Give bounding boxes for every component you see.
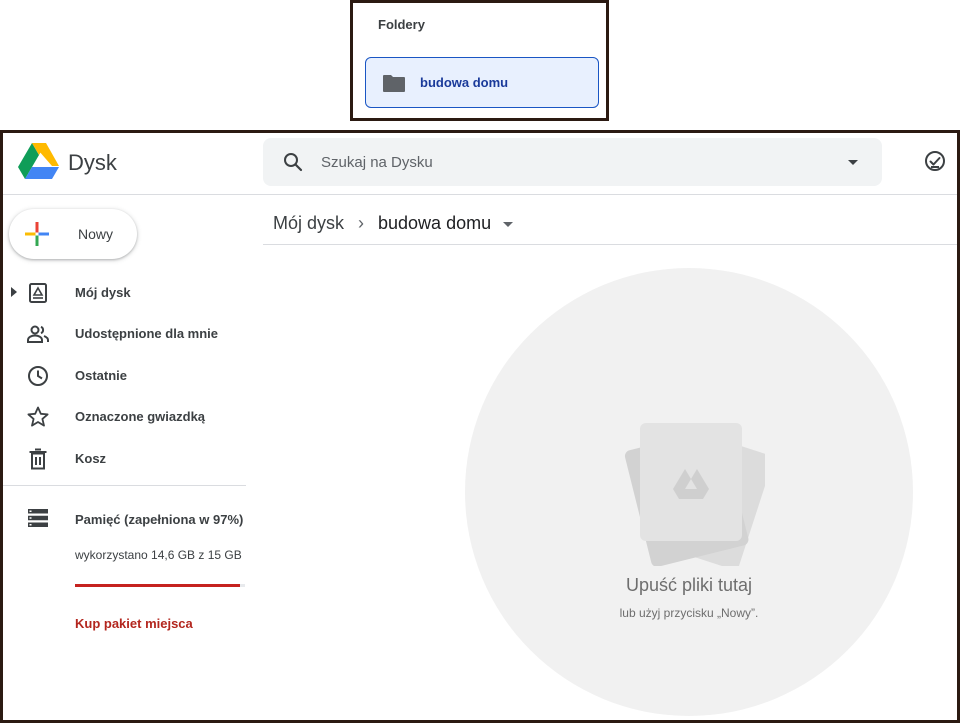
search-input[interactable]	[321, 150, 801, 174]
sidebar-item-label: Ostatnie	[75, 368, 128, 383]
storage-label[interactable]: Pamięć (zapełniona w 97%)	[75, 512, 243, 527]
plus-icon	[25, 222, 49, 246]
folder-item-budowa-domu[interactable]: budowa domu	[365, 57, 599, 108]
chevron-right-icon: ›	[358, 212, 365, 233]
drop-files-illustration-icon	[624, 423, 765, 566]
star-icon	[27, 406, 49, 427]
new-button-label: Nowy	[78, 226, 114, 242]
trash-icon	[29, 448, 47, 470]
new-button[interactable]: Nowy	[9, 209, 137, 259]
sidebar-item-trash[interactable]: Kosz	[3, 439, 253, 479]
folder-menu-caret-icon[interactable]	[503, 221, 514, 227]
folder-label: budowa domu	[420, 75, 509, 90]
sidebar-item-label: Udostępnione dla mnie	[75, 326, 219, 341]
breadcrumb-current-folder[interactable]: budowa domu	[378, 213, 491, 234]
main-content: Mój dysk › budowa domu Upuść pliki tutaj…	[263, 196, 957, 720]
drop-zone-title: Upuść pliki tutaj	[625, 575, 753, 595]
drop-zone[interactable]: Upuść pliki tutaj lub użyj przycisku „No…	[465, 268, 913, 716]
shared-people-icon	[27, 325, 49, 343]
sidebar-item-my-drive[interactable]: Mój dysk	[3, 273, 253, 313]
breadcrumb: Mój dysk › budowa domu	[273, 208, 514, 238]
storage-progress-fill	[75, 584, 240, 587]
sidebar-item-label: Kosz	[75, 451, 107, 466]
storage-usage-text: wykorzystano 14,6 GB z 15 GB	[75, 548, 242, 562]
offline-check-icon[interactable]	[923, 149, 947, 173]
main-divider	[263, 244, 957, 245]
sidebar-item-label: Mój dysk	[75, 285, 131, 300]
search-icon[interactable]	[281, 150, 305, 174]
folders-heading: Foldery	[378, 17, 425, 32]
sidebar-item-recent[interactable]: Ostatnie	[3, 356, 253, 396]
sidebar: Nowy Mój dysk Udostępnione dla mnie Osta…	[3, 196, 261, 720]
folders-callout: Foldery budowa domu	[350, 0, 609, 121]
drop-zone-subtitle: lub użyj przycisku „Nowy”.	[619, 606, 759, 620]
drive-window: Dysk Nowy	[0, 130, 960, 723]
drive-logo-icon[interactable]	[18, 142, 60, 180]
storage-icon	[28, 509, 48, 527]
my-drive-icon	[29, 283, 47, 303]
buy-storage-link[interactable]: Kup pakiet miejsca	[75, 616, 193, 631]
breadcrumb-my-drive[interactable]: Mój dysk	[273, 213, 344, 234]
expand-arrow-icon[interactable]	[11, 287, 17, 297]
sidebar-item-label: Oznaczone gwiazdką	[75, 409, 206, 424]
search-bar[interactable]	[263, 138, 882, 186]
app-header: Dysk	[3, 133, 957, 195]
sidebar-item-starred[interactable]: Oznaczone gwiazdką	[3, 397, 253, 437]
storage-progress-bar	[75, 584, 245, 587]
folder-icon	[383, 74, 405, 92]
app-name[interactable]: Dysk	[68, 150, 117, 176]
search-options-caret-icon[interactable]	[841, 150, 865, 174]
sidebar-item-shared-with-me[interactable]: Udostępnione dla mnie	[3, 314, 253, 354]
clock-icon	[28, 366, 48, 386]
sidebar-divider	[3, 485, 246, 486]
